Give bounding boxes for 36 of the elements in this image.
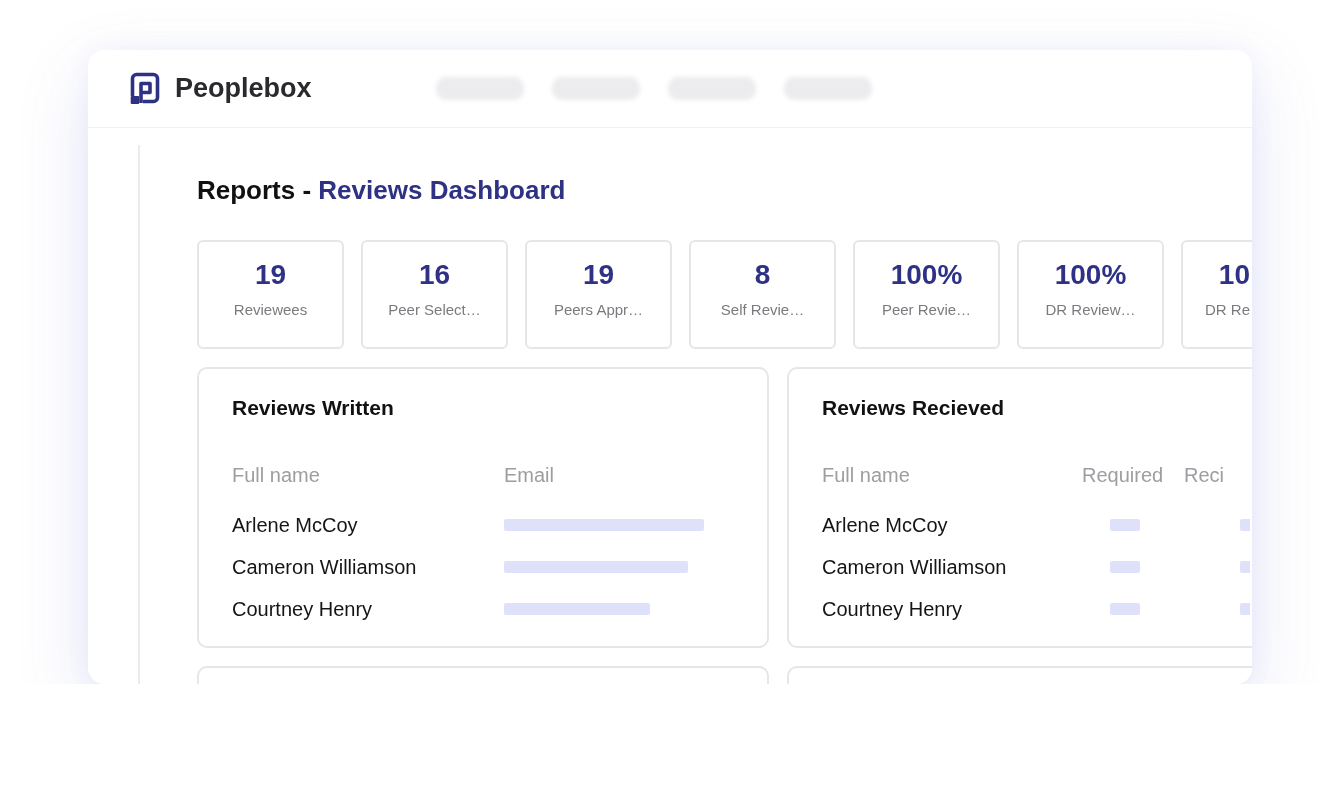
redacted-bar — [1110, 519, 1140, 531]
redacted-bar — [1240, 561, 1250, 573]
stat-value: 16 — [417, 259, 452, 291]
stat-value: 19 — [253, 259, 288, 291]
stat-label: Peers Appr… — [552, 300, 645, 320]
redacted-bar — [1110, 561, 1140, 573]
redacted-bar — [1240, 603, 1250, 615]
stat-label: Self Revie… — [719, 300, 806, 320]
column-header: Email — [504, 463, 555, 488]
stat-value: 100% — [889, 259, 964, 291]
panel-title: Reviews Recieved — [822, 396, 1006, 420]
column-header: Required — [1082, 463, 1165, 488]
page-title: Reports - Reviews Dashboard — [197, 174, 566, 206]
redacted-bar — [1110, 603, 1140, 615]
column-header: Reci — [1184, 463, 1225, 488]
stat-label: DR Re — [1204, 300, 1250, 320]
stat-label: DR Review… — [1044, 300, 1137, 320]
table-cell-text: Cameron Williamson — [232, 555, 418, 580]
stat-label: Peer Revie… — [880, 300, 973, 320]
logo-icon — [128, 71, 162, 106]
stat-value: 19 — [581, 259, 616, 291]
stat-value: 10 — [1217, 259, 1250, 291]
table-cell-text: Courtney Henry — [232, 597, 374, 622]
panel-title: Reviews Written — [232, 396, 395, 420]
column-header: Full name — [822, 463, 911, 488]
stat-label: Reviewees — [232, 300, 309, 320]
stat-value: 100% — [1053, 259, 1128, 291]
stat-value: 8 — [753, 259, 772, 291]
table-cell-text: Arlene McCoy — [232, 513, 359, 538]
column-header: Full name — [232, 463, 321, 488]
stat-label: Peer Select… — [387, 300, 482, 320]
table-cell-text: Arlene McCoy — [822, 513, 949, 538]
redacted-bar — [1240, 519, 1250, 531]
brand-name: Peoplebox — [175, 75, 312, 102]
table-cell-text: Cameron Williamson — [822, 555, 1008, 580]
table-cell-text: Courtney Henry — [822, 597, 964, 622]
